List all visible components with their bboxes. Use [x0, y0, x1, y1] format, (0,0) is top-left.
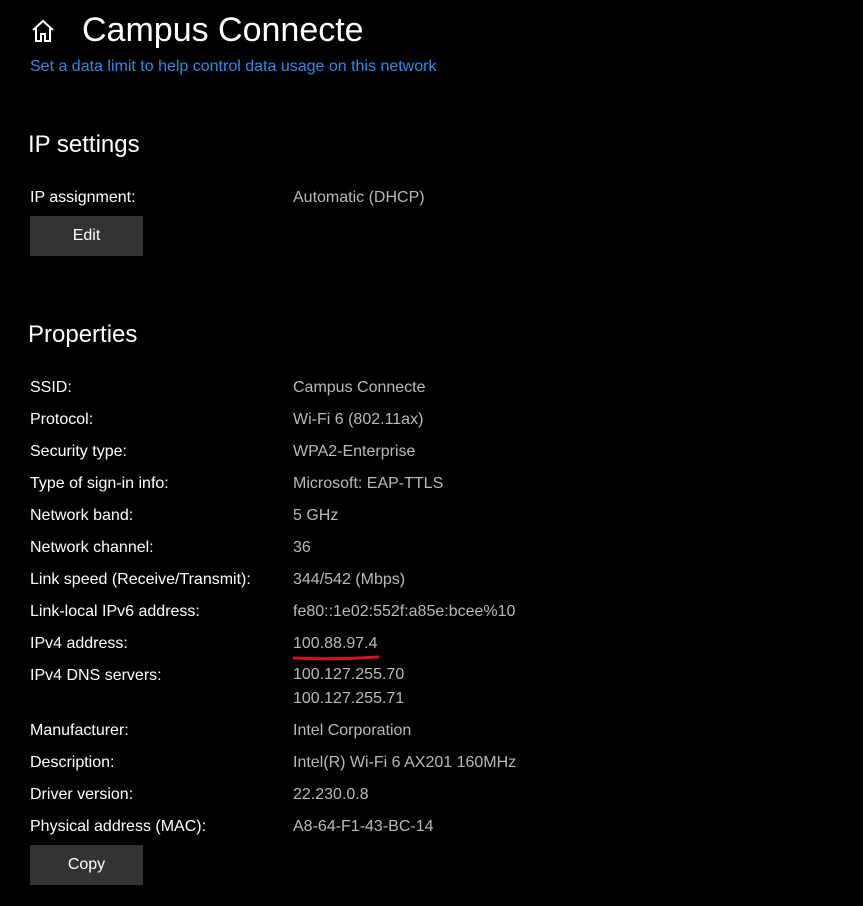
home-icon[interactable]: [30, 18, 56, 44]
ip-settings-heading: IP settings: [28, 131, 140, 158]
network-band-value: 5 GHz: [293, 507, 339, 524]
protocol-label: Protocol:: [30, 411, 94, 428]
dns-server-primary: 100.127.255.70: [293, 666, 405, 683]
set-data-limit-link[interactable]: Set a data limit to help control data us…: [30, 56, 436, 78]
ssid-label: SSID:: [30, 379, 72, 396]
driver-version-value: 22.230.0.8: [293, 786, 369, 803]
ip-assignment-value: Automatic (DHCP): [293, 189, 425, 206]
link-speed-label: Link speed (Receive/Transmit):: [30, 571, 251, 588]
sign-in-type-value: Microsoft: EAP-TTLS: [293, 475, 444, 492]
mac-address-value: A8-64-F1-43-BC-14: [293, 818, 434, 835]
network-channel-label: Network channel:: [30, 539, 154, 556]
description-value: Intel(R) Wi-Fi 6 AX201 160MHz: [293, 754, 517, 771]
page-title: Campus Connecte: [82, 11, 364, 49]
red-underline-annotation: [293, 655, 379, 661]
security-type-label: Security type:: [30, 443, 127, 460]
description-label: Description:: [30, 754, 115, 771]
network-channel-value: 36: [293, 539, 311, 556]
ipv4-dns-values: 100.127.255.70 100.127.255.71: [293, 663, 404, 711]
copy-button[interactable]: Copy: [30, 845, 143, 885]
network-band-label: Network band:: [30, 507, 134, 524]
edit-ip-button[interactable]: Edit: [30, 216, 143, 256]
ipv4-address-label: IPv4 address:: [30, 635, 128, 652]
page-header: Campus Connecte: [0, 0, 863, 60]
sign-in-type-label: Type of sign-in info:: [30, 475, 169, 492]
ssid-value: Campus Connecte: [293, 379, 426, 396]
link-speed-value: 344/542 (Mbps): [293, 571, 406, 588]
ipv6-address-value: fe80::1e02:552f:a85e:bcee%10: [293, 603, 516, 620]
dns-server-secondary: 100.127.255.71: [293, 690, 405, 707]
mac-address-label: Physical address (MAC):: [30, 818, 207, 835]
ip-assignment-label: IP assignment:: [30, 189, 136, 206]
protocol-value: Wi-Fi 6 (802.11ax): [293, 411, 424, 428]
security-type-value: WPA2-Enterprise: [293, 443, 416, 460]
manufacturer-label: Manufacturer:: [30, 722, 129, 739]
driver-version-label: Driver version:: [30, 786, 134, 803]
manufacturer-value: Intel Corporation: [293, 722, 412, 739]
properties-heading: Properties: [28, 321, 138, 348]
ipv4-dns-label: IPv4 DNS servers:: [30, 667, 162, 684]
ipv6-address-label: Link-local IPv6 address:: [30, 603, 200, 620]
ipv4-address-value: 100.88.97.4: [293, 635, 378, 652]
